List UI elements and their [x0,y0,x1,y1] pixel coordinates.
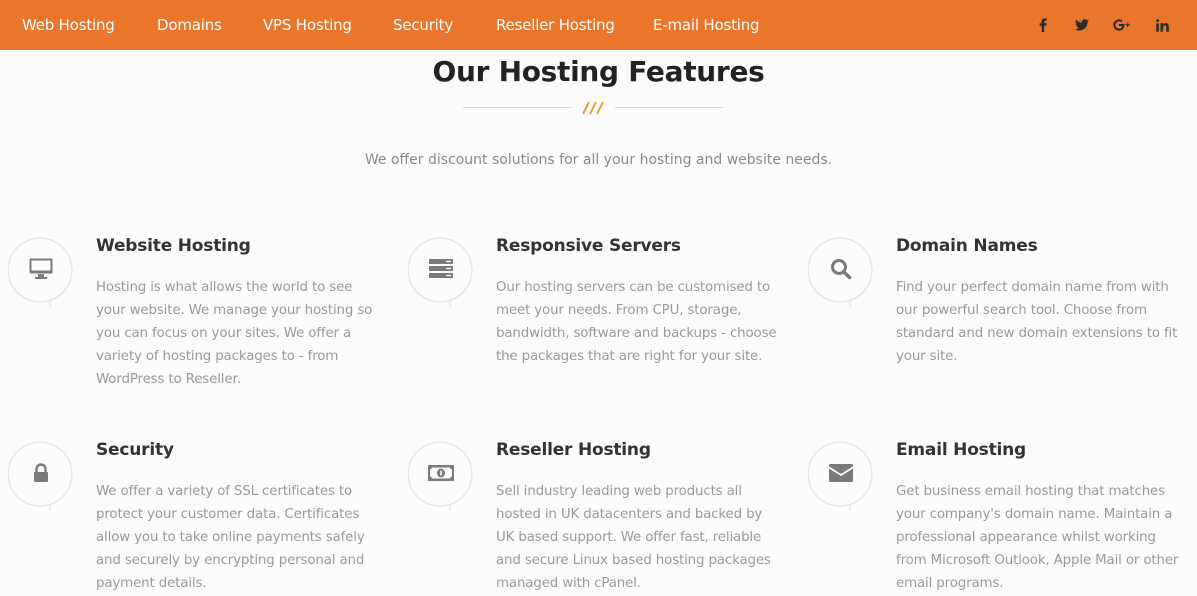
facebook-icon[interactable] [1033,15,1053,35]
feature-domain-names: Domain Names Find your perfect domain na… [800,228,1190,398]
icon-bubble [808,236,874,310]
feature-title: Security [96,440,174,460]
section-subtitle: We offer discount solutions for all your… [364,152,833,168]
feature-description: We offer a variety of SSL certificates t… [96,484,365,591]
feature-title: Domain Names [896,236,1038,256]
divider-line-left [463,107,572,108]
section-title: Our Hosting Features [432,55,765,88]
feature-description: Sell industry leading web products all h… [496,484,771,591]
nav-item-web-hosting[interactable]: Web Hosting [22,0,115,50]
search-icon [828,256,854,282]
feature-title: Email Hosting [896,440,1027,460]
twitter-icon[interactable] [1072,15,1092,35]
feature-description: Find your perfect domain name from with … [896,280,1178,364]
icon-bubble [408,236,474,310]
feature-title: Reseller Hosting [496,440,651,460]
feature-description: Get business email hosting that matches … [896,484,1179,591]
feature-title: Website Hosting [96,236,251,256]
feature-description: Hosting is what allows the world to see … [96,280,373,387]
nav-item-domains[interactable]: Domains [157,0,222,50]
feature-email-hosting: Email Hosting Get business email hosting… [800,432,1190,596]
envelope-icon [828,460,854,486]
icon-bubble [8,440,74,514]
feature-responsive-servers: Responsive Servers Our hosting servers c… [400,228,790,398]
lock-icon [28,460,54,486]
icon-bubble [8,236,74,310]
nav-item-reseller-hosting[interactable]: Reseller Hosting [496,0,615,50]
divider-line-right [615,107,723,108]
feature-description: Our hosting servers can be customised to… [496,280,777,364]
linkedin-icon[interactable] [1152,15,1172,35]
feature-reseller-hosting: Reseller Hosting Sell industry leading w… [400,432,790,596]
feature-security: Security We offer a variety of SSL certi… [0,432,390,596]
feature-website-hosting: Website Hosting Hosting is what allows t… [0,228,390,398]
google-plus-icon[interactable] [1113,15,1133,35]
nav-item-email-hosting[interactable]: E-mail Hosting [653,0,760,50]
icon-bubble [808,440,874,514]
nav-item-vps-hosting[interactable]: VPS Hosting [263,0,352,50]
nav-item-security[interactable]: Security [393,0,453,50]
top-nav: Web Hosting Domains VPS Hosting Security… [0,0,1197,50]
money-icon [428,460,454,486]
icon-bubble [408,440,474,514]
divider-slashes-icon [582,101,604,115]
monitor-icon [28,256,54,282]
feature-title: Responsive Servers [496,236,681,256]
server-icon [428,256,454,282]
